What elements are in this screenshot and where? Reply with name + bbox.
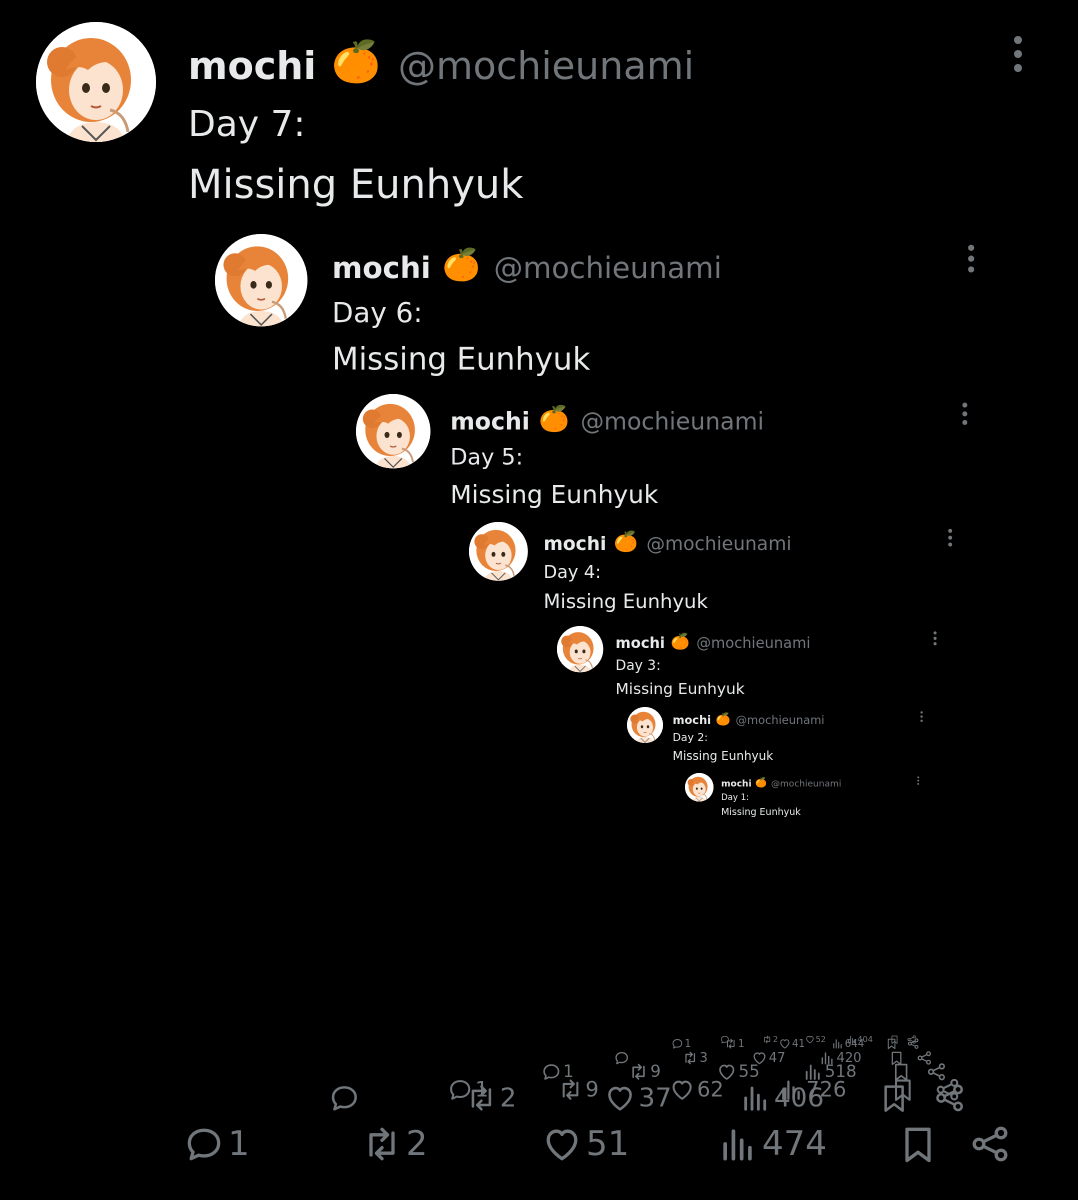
repost-icon xyxy=(762,1034,772,1044)
author-handle[interactable]: @mochieunami xyxy=(646,533,791,555)
more-options-icon[interactable] xyxy=(918,709,925,727)
share-button[interactable] xyxy=(906,1034,916,1044)
avatar[interactable] xyxy=(557,626,604,673)
post-text-line1: Day 7: xyxy=(188,104,306,145)
post-text-line1: Day 5: xyxy=(450,444,524,471)
orange-emoji: 🍊 xyxy=(442,247,481,283)
author-handle[interactable]: @mochieunami xyxy=(771,778,841,788)
more-options-icon[interactable] xyxy=(1006,30,1030,90)
post-text-line2: Missing Eunhyuk xyxy=(672,749,774,763)
author-name[interactable]: mochi xyxy=(673,714,711,727)
share-icon xyxy=(906,1034,916,1044)
orange-emoji: 🍊 xyxy=(755,777,767,788)
orange-emoji: 🍊 xyxy=(670,632,690,651)
avatar[interactable] xyxy=(469,522,528,581)
share-button[interactable] xyxy=(968,1122,1012,1166)
reply-icon xyxy=(671,1037,684,1050)
orange-emoji: 🍊 xyxy=(613,530,638,553)
author-handle[interactable]: @mochieunami xyxy=(398,44,694,88)
post-text-line1: Day 4: xyxy=(543,562,602,583)
reply-icon xyxy=(720,1034,730,1044)
author-name[interactable]: mochi xyxy=(616,634,665,651)
like-count: 52 xyxy=(815,1034,826,1045)
share-icon xyxy=(968,1122,1012,1166)
avatar[interactable] xyxy=(685,773,714,802)
bookmark-button[interactable] xyxy=(889,1034,899,1044)
orange-emoji: 🍊 xyxy=(331,39,381,85)
more-options-icon[interactable] xyxy=(962,240,980,286)
author-handle[interactable]: @mochieunami xyxy=(736,714,825,727)
orange-emoji: 🍊 xyxy=(715,712,731,726)
author-name[interactable]: mochi xyxy=(332,251,431,285)
avatar[interactable] xyxy=(215,234,308,327)
author-name[interactable]: mochi xyxy=(721,778,751,788)
post-text-line2: Missing Eunhyuk xyxy=(332,341,591,378)
more-options-icon[interactable] xyxy=(915,775,921,789)
post-text-line2: Missing Eunhyuk xyxy=(721,806,801,818)
like-icon xyxy=(805,1034,815,1044)
avatar[interactable] xyxy=(627,707,663,743)
reply-button[interactable] xyxy=(720,1034,731,1044)
post-text-line1: Day 3: xyxy=(615,657,661,674)
views-button[interactable]: 404 xyxy=(847,1034,873,1044)
author-handle[interactable]: @mochieunami xyxy=(696,634,810,651)
author-name[interactable]: mochi xyxy=(188,44,316,88)
like-button[interactable]: 52 xyxy=(805,1034,826,1044)
avatar[interactable] xyxy=(36,22,156,142)
action-bar: 2 52 404 xyxy=(720,1034,920,1048)
post-text-line2: Missing Eunhyuk xyxy=(615,679,745,698)
post-text-line1: Day 6: xyxy=(332,297,423,329)
repost-count: 2 xyxy=(772,1034,779,1045)
post-text-line1: Day 1: xyxy=(721,792,750,803)
author-handle[interactable]: @mochieunami xyxy=(580,408,764,435)
orange-emoji: 🍊 xyxy=(538,404,570,434)
avatar[interactable] xyxy=(356,394,431,469)
more-options-icon[interactable] xyxy=(957,399,972,436)
repost-button[interactable]: 2 xyxy=(762,1034,778,1044)
more-options-icon[interactable] xyxy=(944,526,956,555)
author-handle[interactable]: @mochieunami xyxy=(494,251,722,285)
post-text-line1: Day 2: xyxy=(672,731,708,744)
author-name[interactable]: mochi xyxy=(543,533,606,555)
post-text-line2: Missing Eunhyuk xyxy=(543,590,708,614)
views-count: 404 xyxy=(857,1034,873,1045)
author-name[interactable]: mochi xyxy=(450,408,530,435)
bookmark-icon xyxy=(889,1034,899,1044)
views-icon xyxy=(847,1034,857,1044)
post-card: mochi 🍊 @mochieunami Day 1: Missing Eunhyuk 2… xyxy=(685,773,920,1053)
post-text-line2: Missing Eunhyuk xyxy=(188,162,524,208)
nested-screenshot-stage: mochi 🍊 @mochieunami Day 7: Missing Eunhyuk 1… xyxy=(0,0,1078,1200)
post-text-line2: Missing Eunhyuk xyxy=(450,480,659,510)
more-options-icon[interactable] xyxy=(930,629,939,652)
